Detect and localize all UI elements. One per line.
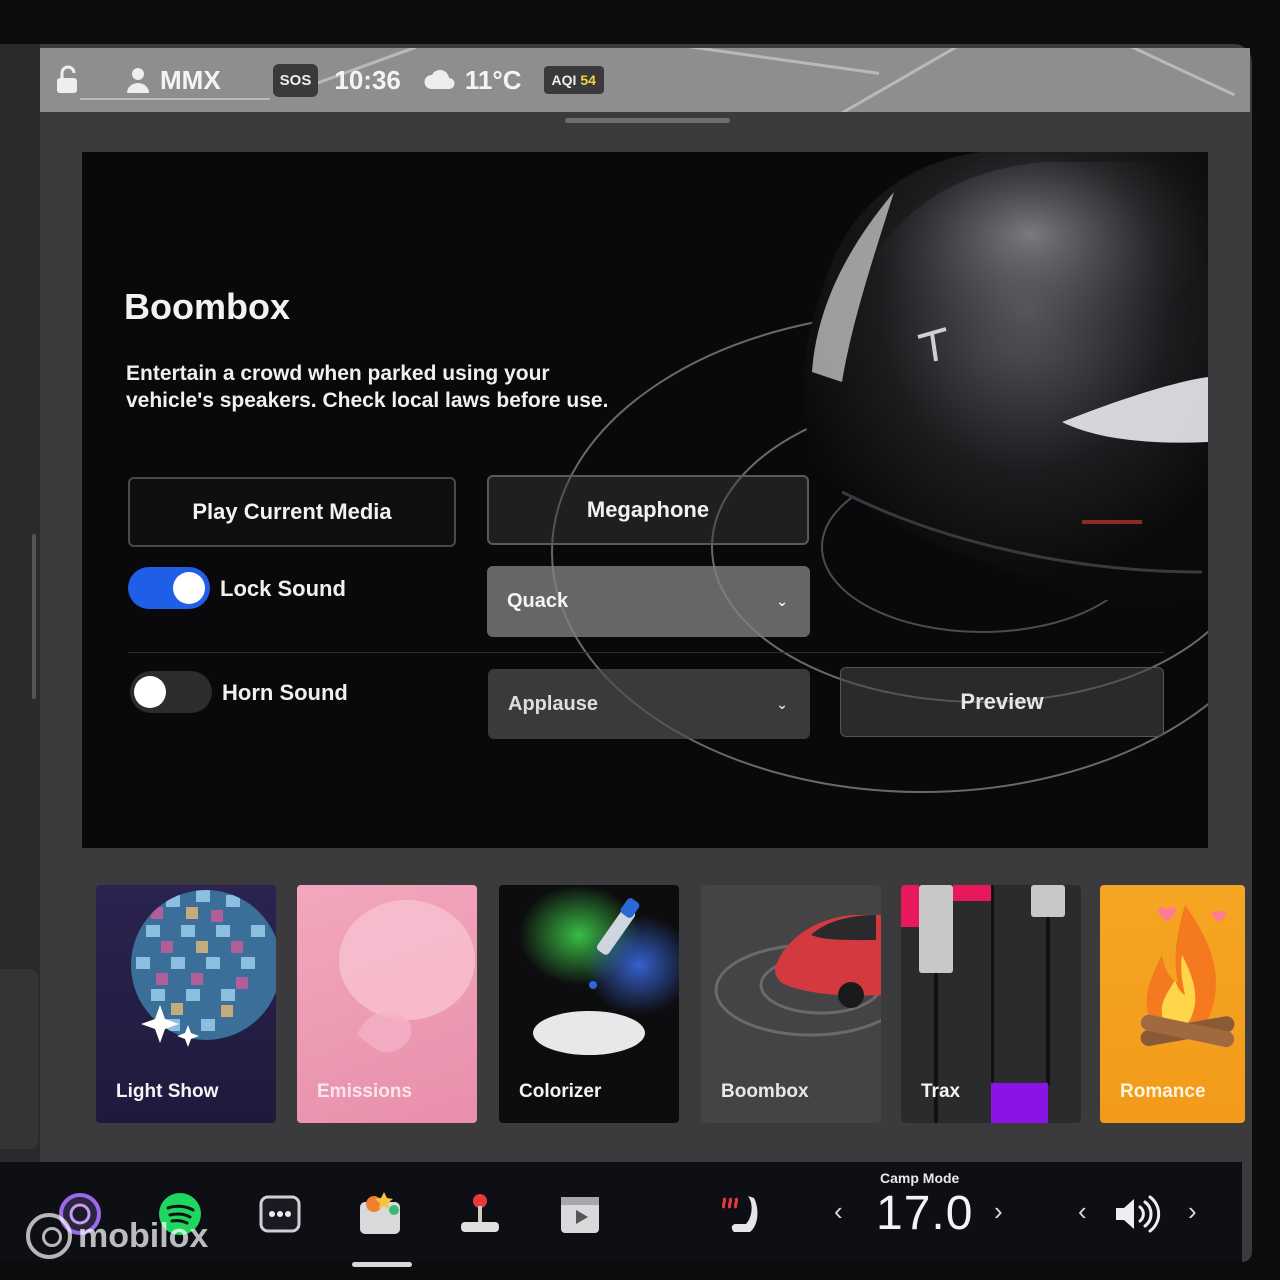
sos-badge: SOS bbox=[272, 63, 319, 97]
profile-name: MMX bbox=[160, 64, 221, 95]
chevron-down-icon: ⌄ bbox=[776, 593, 788, 609]
volume-icon[interactable] bbox=[1112, 1192, 1161, 1236]
horn-sound-selected: Applause bbox=[508, 692, 599, 715]
toggle-knob bbox=[173, 572, 205, 604]
lock-icon[interactable] bbox=[54, 65, 80, 95]
tile-romance[interactable]: Romance bbox=[1100, 885, 1245, 1123]
chevron-left-icon[interactable]: ‹ bbox=[1078, 1196, 1087, 1227]
chevron-right-icon[interactable]: › bbox=[994, 1196, 1003, 1227]
theater-icon[interactable] bbox=[558, 1192, 602, 1236]
weather: 11°C bbox=[423, 65, 522, 96]
lock-sound-toggle[interactable] bbox=[128, 567, 210, 609]
drag-handle[interactable] bbox=[565, 118, 730, 123]
watermark-text: mobilox bbox=[78, 1216, 209, 1255]
active-app-indicator bbox=[352, 1262, 412, 1267]
clock: 10:36 bbox=[334, 64, 401, 95]
seat-heater-icon[interactable] bbox=[718, 1192, 762, 1236]
profile-button[interactable]: MMX bbox=[126, 65, 221, 96]
tile-label: Emissions bbox=[317, 1081, 413, 1102]
left-edge-panel bbox=[0, 44, 40, 1164]
horn-sound-toggle[interactable] bbox=[130, 671, 212, 713]
horn-sound-select[interactable]: Applause ⌄ bbox=[488, 669, 810, 739]
lock-sound-label: Lock Sound bbox=[220, 576, 346, 601]
watermark: mobilox bbox=[26, 1213, 208, 1259]
preview-button[interactable]: Preview bbox=[840, 667, 1164, 737]
tile-label: Light Show bbox=[116, 1081, 219, 1102]
cloud-icon bbox=[424, 70, 455, 89]
lock-sound-select[interactable]: Quack ⌄ bbox=[487, 566, 810, 637]
temperature-setting[interactable]: 17.0 bbox=[876, 1186, 973, 1241]
aqi-indicator: AQI 54 bbox=[543, 66, 604, 94]
chevron-down-icon: ⌄ bbox=[776, 695, 788, 712]
chevron-left-icon[interactable]: ‹ bbox=[834, 1196, 843, 1227]
tile-label: Colorizer bbox=[519, 1081, 602, 1102]
tile-label: Trax bbox=[921, 1081, 961, 1102]
tile-emissions[interactable]: Emissions bbox=[297, 885, 477, 1123]
climate-mode-label: Camp Mode bbox=[880, 1170, 960, 1186]
tile-label: Romance bbox=[1120, 1081, 1206, 1102]
outside-temperature: 11°C bbox=[464, 64, 522, 95]
chevron-right-icon[interactable]: › bbox=[1188, 1196, 1197, 1227]
side-card[interactable] bbox=[0, 969, 38, 1149]
aqi-label: AQI bbox=[551, 72, 577, 88]
tile-colorizer[interactable]: Colorizer bbox=[499, 885, 679, 1123]
panel-description: Entertain a crowd when parked using your… bbox=[126, 362, 609, 412]
watermark-logo-icon bbox=[26, 1213, 72, 1259]
more-apps-icon[interactable] bbox=[258, 1192, 302, 1236]
toybox-icon[interactable] bbox=[358, 1192, 402, 1236]
person-icon bbox=[127, 68, 149, 93]
play-current-media-button[interactable]: Play Current Media bbox=[128, 477, 456, 547]
scrollbar[interactable] bbox=[32, 534, 36, 699]
lock-sound-selected: Quack bbox=[507, 590, 569, 612]
megaphone-button[interactable]: Megaphone bbox=[487, 475, 809, 545]
tile-light-show[interactable]: Light Show bbox=[96, 885, 276, 1123]
tile-label: Boombox bbox=[721, 1081, 809, 1102]
sos-button[interactable]: SOS bbox=[272, 63, 319, 97]
panel-title: Boombox bbox=[124, 286, 290, 327]
status-bar: MMX SOS 10:36 11°C AQI 54 bbox=[40, 48, 1250, 112]
boombox-panel: Boombox Entertain a crowd when parked us… bbox=[82, 152, 1208, 848]
horn-sound-label: Horn Sound bbox=[222, 680, 348, 705]
tile-boombox[interactable]: Boombox bbox=[701, 885, 881, 1123]
joystick-icon[interactable] bbox=[458, 1192, 502, 1236]
tile-trax[interactable]: Trax bbox=[901, 885, 1081, 1123]
aqi-value: 54 bbox=[580, 72, 596, 88]
divider bbox=[128, 652, 1164, 653]
toggle-knob bbox=[134, 676, 166, 708]
